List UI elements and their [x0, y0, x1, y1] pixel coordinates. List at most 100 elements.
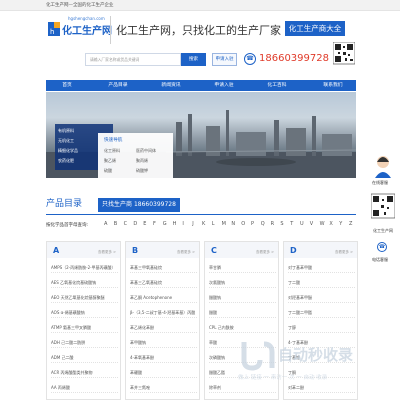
side-menu-item[interactable]: 无机化工	[58, 138, 74, 144]
alphabet-letter-p[interactable]: P	[251, 221, 254, 227]
side-menu-item[interactable]: 精细化学品	[58, 148, 78, 154]
alphabet-index: A B CDE F GHI J K L MNOP QRS T UV WX Y Z	[104, 221, 356, 229]
alphabet-letter-s[interactable]: S	[280, 221, 283, 227]
more-link[interactable]: 查看更多 >	[256, 250, 274, 255]
product-link[interactable]: 醋酸钠	[209, 292, 276, 303]
alphabet-letter-i[interactable]: I	[182, 221, 183, 227]
product-link[interactable]: CPL 己内酰胺	[209, 322, 276, 333]
section-subtitle: 只找生产商	[102, 201, 133, 208]
product-link[interactable]: AEO 天然乙氧基化烷基醇聚醚	[51, 292, 118, 303]
alphabet-letter-q[interactable]: Q	[261, 221, 265, 227]
nav-home[interactable]: 首页	[52, 80, 82, 91]
alphabet-letter-t[interactable]: T	[290, 221, 293, 227]
alphabet-letter-o[interactable]: O	[241, 221, 245, 227]
quick-nav-link[interactable]: 聚乙烯	[104, 158, 116, 164]
nav-products[interactable]: 产品目录	[103, 80, 133, 91]
product-link[interactable]: β-（3,5-二叔丁基-4-羟基苯基）丙酸	[130, 307, 197, 318]
site-name-label: 化工生产网	[373, 228, 393, 233]
quick-nav-link[interactable]: 医药中间体	[136, 148, 156, 154]
alphabet-letter-b[interactable]: B	[114, 221, 117, 227]
column-letter: D	[290, 246, 297, 255]
product-link[interactable]: AMPS（2-丙烯酰胺-2-甲基丙磺酸）	[51, 262, 118, 273]
product-link[interactable]: 丁二酸二甲酯	[288, 307, 355, 318]
alphabet-letter-d[interactable]: D	[133, 221, 137, 227]
alphabet-letter-g[interactable]: G	[163, 221, 167, 227]
alphabet-letter-r[interactable]: R	[271, 221, 274, 227]
search-button[interactable]: 搜索	[181, 53, 206, 66]
product-link[interactable]: 草甘膦	[209, 262, 276, 273]
product-link[interactable]: 苯并三氮唑	[130, 382, 197, 393]
product-link[interactable]: 苯甲酸钠	[130, 337, 197, 348]
logo-name: 化工生产网	[62, 26, 112, 37]
watermark-subtext: 做上 链接 一 来访一 次 一 自动 收录	[238, 375, 328, 381]
phone-icon: ☎	[244, 53, 256, 65]
alphabet-letter-j[interactable]: J	[192, 221, 193, 227]
alphabet-letter-y[interactable]: Y	[339, 221, 342, 227]
nav-join[interactable]: 申请入驻	[209, 80, 239, 91]
alphabet-letter-l[interactable]: L	[212, 221, 215, 227]
nav-encyclopedia[interactable]: 化工百科	[262, 80, 292, 91]
alphabet-letter-k[interactable]: K	[202, 221, 205, 227]
alphabet-letter-a[interactable]: A	[104, 221, 107, 227]
more-link[interactable]: 查看更多 >	[335, 250, 353, 255]
alphabet-letter-z[interactable]: Z	[349, 221, 352, 227]
alphabet-letter-e[interactable]: E	[143, 221, 146, 227]
header-slogan: 化工生产网，只找化工的生产厂家	[116, 24, 281, 37]
side-menu-item[interactable]: 有机原料	[58, 128, 74, 134]
alphabet-letter-x[interactable]: X	[329, 221, 332, 227]
logo-mark-icon: h	[48, 22, 60, 36]
quick-nav-link[interactable]: 化工原料	[104, 148, 120, 154]
alphabet-letter-u[interactable]: U	[300, 221, 304, 227]
site-logo[interactable]: h hgshengchan.com 化工生产网	[46, 16, 112, 40]
product-link[interactable]: 4-苯氧基苯酚	[130, 352, 197, 363]
product-link[interactable]: 苯基三甲氧基硅烷	[130, 262, 197, 273]
product-link[interactable]: ADH 己二酸二酰肼	[51, 337, 118, 348]
product-link[interactable]: ADM 己二酸	[51, 352, 118, 363]
product-link[interactable]: 苯乙烯化苯酚	[130, 322, 197, 333]
product-link[interactable]: 次氯酸钠	[209, 277, 276, 288]
product-link[interactable]: AOS α-烯基磺酸钠	[51, 307, 118, 318]
online-service-label[interactable]: 在线客服	[372, 180, 388, 186]
alphabet-letter-h[interactable]: H	[173, 221, 177, 227]
product-link[interactable]: 苯基三乙氧基硅烷	[130, 277, 197, 288]
manufacturer-directory-button[interactable]: 化工生产商大全	[285, 21, 345, 36]
quick-nav-link[interactable]: 聚丙烯	[136, 158, 148, 164]
product-link[interactable]: 丁二酸	[288, 277, 355, 288]
quick-nav-panel: 快速导航 化工原料 医药中间体 聚乙烯 聚丙烯 硫酸 硝酸钾	[98, 133, 173, 181]
header-phone: 18660399728	[259, 53, 329, 64]
quick-nav-link[interactable]: 硝酸钾	[136, 168, 148, 174]
section-title: 产品目录	[46, 199, 83, 209]
alphabet-letter-w[interactable]: W	[320, 221, 325, 227]
product-link[interactable]: 对丁基苯甲酸	[288, 262, 355, 273]
column-letter: A	[53, 246, 60, 255]
more-link[interactable]: 查看更多 >	[177, 250, 195, 255]
side-menu-item[interactable]: 农药化肥	[58, 158, 74, 164]
phone-service-icon[interactable]: ☎	[377, 242, 387, 252]
product-link[interactable]: 苯硼酸	[130, 367, 197, 378]
alphabet-letter-v[interactable]: V	[310, 221, 313, 227]
product-link[interactable]: 丁醇	[288, 322, 355, 333]
nav-news[interactable]: 新闻资讯	[156, 80, 186, 91]
nav-contact[interactable]: 联系我们	[318, 80, 348, 91]
apply-join-button[interactable]: 申请入驻	[212, 53, 237, 66]
logo-url: hgshengchan.com	[68, 16, 105, 21]
customer-service-avatar-icon[interactable]	[373, 154, 393, 178]
more-link[interactable]: 查看更多 >	[98, 250, 116, 255]
search-input[interactable]: 请输入厂家名称或货品关键词	[85, 53, 181, 66]
alphabet-letter-f[interactable]: F	[153, 221, 156, 227]
product-link[interactable]: AA 丙烯酸	[51, 382, 118, 393]
alphabet-letter-n[interactable]: N	[231, 221, 235, 227]
phone-service-label[interactable]: 电话客服	[372, 257, 388, 263]
product-link[interactable]: 苯乙酮 Acetophenone	[130, 292, 197, 303]
product-link[interactable]: 对羟基苯甲醚	[288, 292, 355, 303]
product-link[interactable]: ACR 丙烯酸酯类共聚物	[51, 367, 118, 378]
quick-nav-link[interactable]: 硫酸	[104, 168, 112, 174]
product-column-a: A 查看更多 > AMPS（2-丙烯酰胺-2-甲基丙磺酸） AES 乙氧基化烷基硫…	[46, 241, 121, 400]
product-link[interactable]: 醋酸	[209, 307, 276, 318]
product-link[interactable]: AES 乙氧基化烷基硫酸钠	[51, 277, 118, 288]
product-link[interactable]: ATMP 氨基三甲叉膦酸	[51, 322, 118, 333]
alphabet-letter-m[interactable]: M	[222, 221, 226, 227]
floating-service-panel: 在线客服 化工生产网 ☎ 电话客服	[369, 154, 400, 284]
top-info-text: 化工生产网—全国的化工生产企业	[46, 3, 114, 8]
alphabet-letter-c[interactable]: C	[124, 221, 128, 227]
